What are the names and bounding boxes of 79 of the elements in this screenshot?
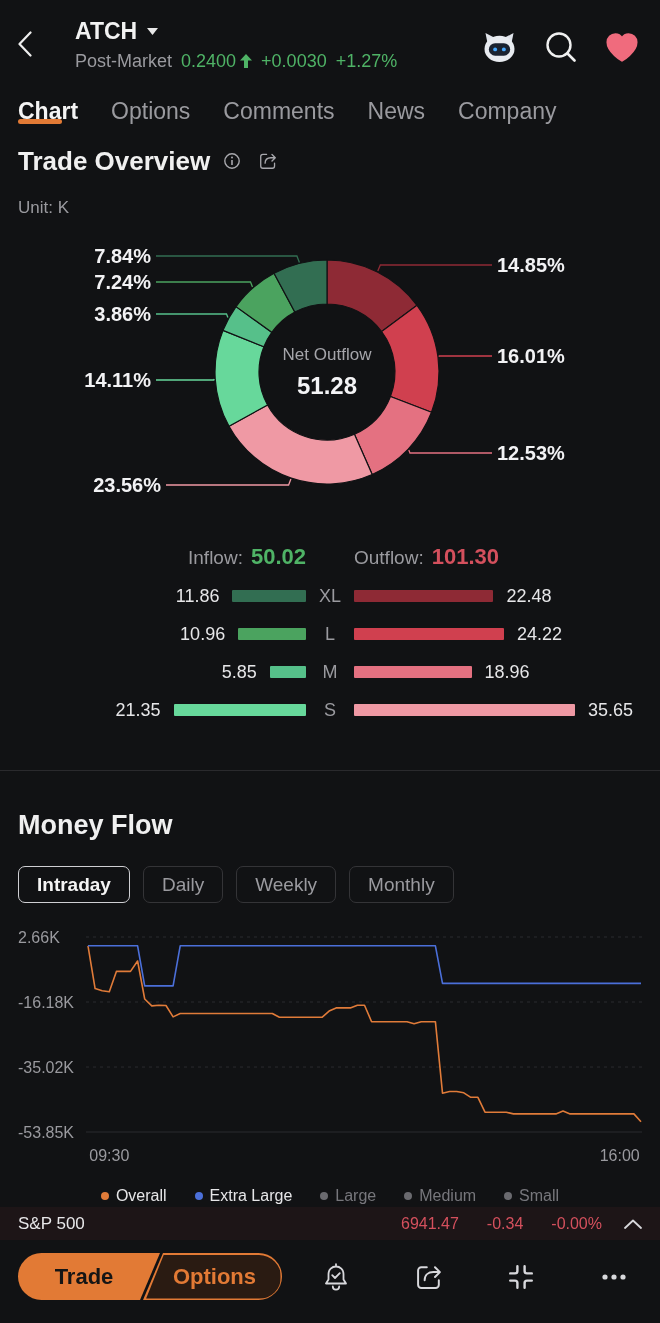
outflow-value: 24.22 [517, 623, 563, 645]
section-title: Money Flow [17, 809, 174, 841]
outflow-value: 35.65 [588, 699, 634, 721]
search-icon[interactable] [546, 32, 576, 62]
legend-dot-icon [404, 1192, 413, 1200]
size-label: M [322, 661, 338, 683]
x-axis-label: 16:00 [599, 1147, 640, 1164]
robot-icon[interactable] [483, 32, 516, 62]
options-button[interactable]: Options [143, 1253, 282, 1300]
period-tab[interactable]: Intraday [18, 866, 130, 903]
nav-tab[interactable]: Options [111, 97, 191, 125]
y-axis-label: -35.02K [18, 1059, 75, 1076]
inflow-label: Inflow: [188, 547, 243, 569]
heart-icon[interactable] [606, 32, 638, 62]
ticker-symbol[interactable]: ATCH [75, 16, 138, 46]
minimize-icon[interactable] [509, 1264, 534, 1289]
percent-label: 12.53% [497, 442, 565, 464]
outflow-total: 101.30 [431, 544, 499, 570]
leader-line [155, 378, 215, 381]
index-bar[interactable]: S&P 500 6941.47 -0.34 -0.00% [0, 1207, 660, 1240]
legend-dot-icon [320, 1192, 329, 1200]
inflow-total: 50.02 [250, 544, 306, 570]
index-percent: -0.00% [551, 1214, 602, 1233]
inflow-value: 11.86 [175, 585, 220, 607]
caret-down-icon[interactable] [147, 27, 159, 35]
size-label: XL [319, 585, 341, 607]
period-tab[interactable]: Daily [142, 866, 224, 903]
nav-tab[interactable]: Company [458, 97, 557, 125]
y-axis-label: -53.85K [18, 1124, 75, 1141]
percent-label: 16.01% [497, 345, 565, 367]
percent-label: 3.86% [94, 303, 151, 325]
percent-label: 14.85% [497, 254, 565, 276]
price-change: +0.0030 [261, 50, 327, 72]
nav-tab[interactable]: Comments [223, 97, 335, 125]
index-name: S&P 500 [18, 1213, 85, 1234]
outflow-label: Outflow: [354, 547, 424, 569]
net-outflow-label: Net Outflow [282, 345, 372, 364]
legend-item[interactable]: Medium [404, 1186, 477, 1206]
chevron-up-icon[interactable] [624, 1218, 642, 1229]
back-icon[interactable] [18, 31, 32, 57]
price-value: 0.2400 [181, 50, 237, 72]
x-axis-label: 09:30 [89, 1147, 130, 1164]
percent-change: +1.27% [335, 50, 398, 72]
index-value: 6941.47 [401, 1214, 459, 1233]
period-tab[interactable]: Monthly [349, 866, 454, 903]
size-label: S [324, 699, 336, 721]
share-icon[interactable] [260, 153, 277, 169]
net-outflow-value: 51.28 [296, 372, 358, 399]
leader-line [438, 355, 493, 358]
nav-tab[interactable]: News [367, 97, 426, 125]
y-axis-label: -16.18K [18, 994, 75, 1011]
size-label: L [325, 623, 335, 645]
section-title: Trade Overview [18, 145, 211, 177]
trade-button[interactable]: Trade [18, 1253, 160, 1300]
up-arrow-icon [240, 54, 253, 68]
outflow-value: 22.48 [506, 585, 552, 607]
more-icon[interactable] [601, 1273, 626, 1280]
info-icon[interactable] [224, 153, 241, 169]
period-tab[interactable]: Weekly [236, 866, 337, 903]
session-label: Post-Market [75, 50, 173, 72]
legend-item[interactable]: Overall [100, 1186, 167, 1206]
percent-label: 7.84% [94, 245, 151, 267]
percent-label: 14.11% [84, 369, 151, 391]
index-change: -0.34 [486, 1214, 524, 1233]
unit-label: Unit: K [18, 198, 70, 218]
legend-item[interactable]: Extra Large [194, 1186, 293, 1206]
outflow-value: 18.96 [484, 661, 530, 683]
legend-item[interactable]: Small [504, 1186, 560, 1206]
share-icon[interactable] [416, 1264, 441, 1289]
legend-item[interactable]: Large [320, 1186, 377, 1206]
nav-tab[interactable]: Chart [18, 97, 79, 125]
legend-dot-icon [504, 1192, 513, 1200]
bell-icon[interactable] [323, 1262, 350, 1291]
y-axis-label: 2.66K [18, 929, 60, 946]
percent-label: 23.56% [93, 474, 161, 496]
inflow-value: 10.96 [180, 623, 226, 645]
inflow-value: 21.35 [115, 699, 161, 721]
inflow-value: 5.85 [221, 661, 257, 683]
percent-label: 7.24% [94, 271, 151, 293]
